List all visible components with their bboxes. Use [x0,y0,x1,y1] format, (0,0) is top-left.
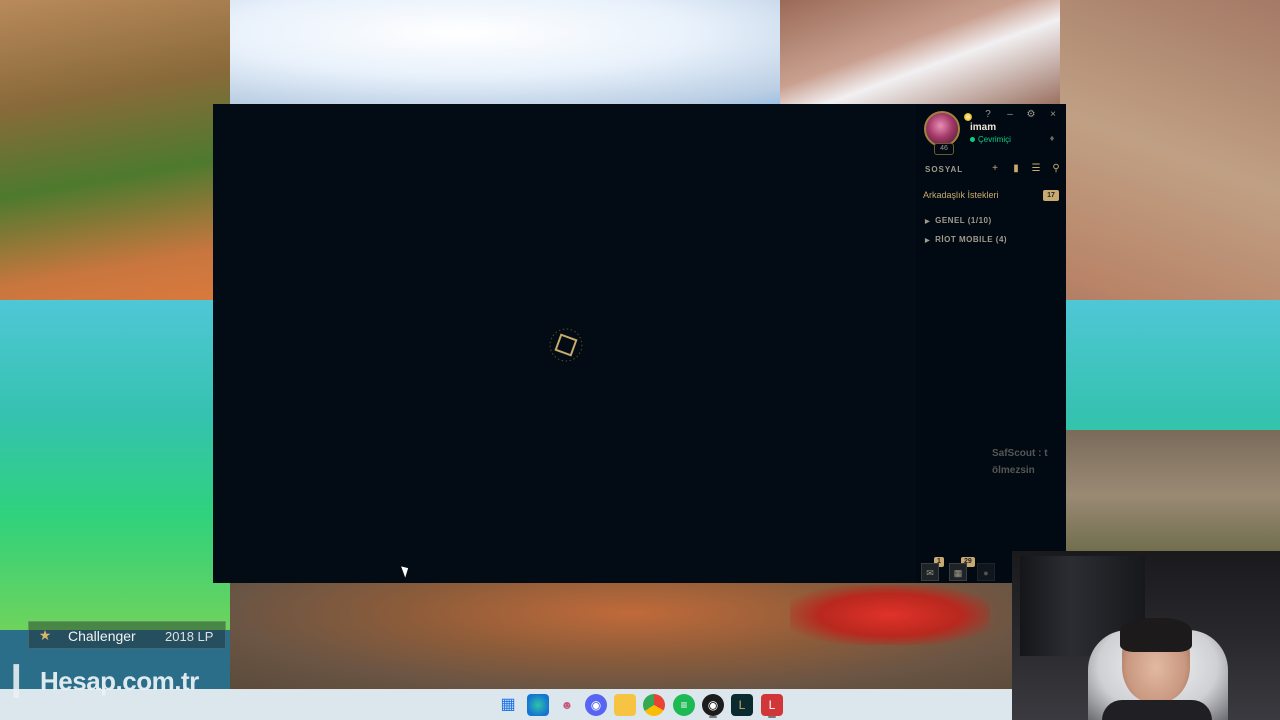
voice-icon[interactable]: ● [977,563,995,581]
friend-requests-link[interactable]: Arkadaşlık İstekleri [923,190,999,200]
search-icon[interactable]: ⚲ [1049,163,1063,175]
windows-start-icon[interactable]: ▦ [497,694,519,716]
help-button[interactable]: ? [981,108,995,122]
minimize-button[interactable]: – [1003,108,1017,122]
edge-icon[interactable] [527,694,549,716]
friend-requests-badge: 17 [1043,190,1059,201]
friend-group-general[interactable]: ▶ GENEL (1/10) [925,216,992,225]
wallpaper-peaks [780,0,1080,110]
obs-icon[interactable]: ◉ [702,694,724,716]
spotify-icon[interactable]: ≡ [673,694,695,716]
notification-spark-icon [964,113,972,121]
chat-icon[interactable]: ✉ [921,563,939,581]
profile-level: 46 [934,143,954,155]
webcam-streamer-hair [1120,618,1192,652]
friend-group-label: RİOT MOBILE (4) [935,235,1008,244]
challenger-rank-icon: ★ [38,627,52,643]
list-view-icon[interactable]: ☰ [1029,163,1043,175]
profile-username: imam [970,122,997,133]
taskbar-active-indicator [709,716,717,718]
wallpaper-left-cliff [0,0,230,320]
notifications-bell-icon[interactable]: ♦ [1046,133,1058,145]
chrome-icon[interactable] [643,694,665,716]
profile-avatar[interactable] [924,111,960,147]
chat-overlay-line-2: ölmezsin [992,465,1035,476]
league-icon[interactable]: L [731,694,753,716]
friend-group-label: GENEL (1/10) [935,216,992,225]
profile-status[interactable]: Çevrimiçi [970,135,1011,144]
wallpaper-glacier [180,0,880,110]
add-folder-icon[interactable]: ▮ [1009,163,1023,175]
friend-group-riot-mobile[interactable]: ▶ RİOT MOBILE (4) [925,235,1007,244]
wallpaper-red-bush [790,585,990,645]
chat-overlay-line-1: SafScout : t [992,448,1048,459]
file-explorer-icon[interactable] [614,694,636,716]
online-dot-icon [970,137,975,143]
riot-client-icon[interactable]: L [761,694,783,716]
app-icon[interactable]: ☻ [556,694,578,716]
chat-overlay-message: SafScout : t ölmezsin [992,445,1048,479]
loading-spinner-icon [549,328,583,362]
caret-right-icon: ▶ [925,219,931,225]
close-button[interactable]: × [1046,108,1060,122]
add-friend-icon[interactable]: + [988,163,1002,175]
social-panel [916,104,1066,583]
webcam-streamer-body [1102,700,1212,720]
rank-lp: 2018 LP [165,629,214,644]
missions-icon[interactable]: ▦ [949,563,967,581]
profile-status-label: Çevrimiçi [978,135,1011,144]
social-header: SOSYAL [925,165,964,174]
taskbar-active-indicator [768,716,776,718]
discord-icon[interactable]: ◉ [585,694,607,716]
wallpaper-right-rocks [1060,430,1280,560]
settings-button[interactable]: ⚙ [1024,108,1038,122]
caret-right-icon: ▶ [925,238,931,244]
rank-name: Challenger [68,628,136,644]
